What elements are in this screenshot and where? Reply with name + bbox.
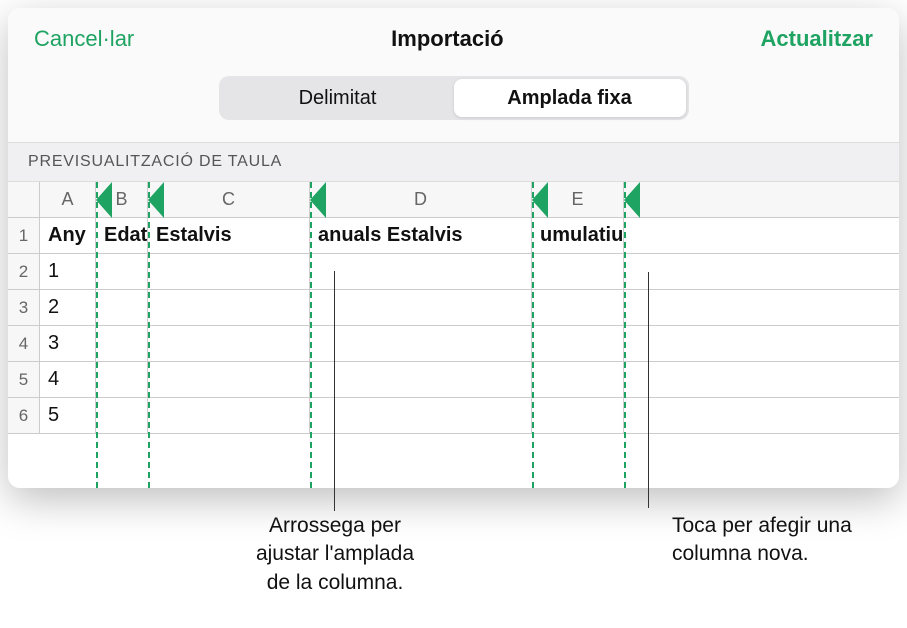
column-divider-handle[interactable] <box>148 182 164 218</box>
modal-header: Cancel·lar Importació Actualitzar <box>8 8 899 66</box>
callout-tap: Toca per afegir unacolumna nova. <box>672 512 902 569</box>
column-divider-handle[interactable] <box>624 182 640 218</box>
table-cell[interactable] <box>148 290 310 325</box>
table-cell[interactable] <box>310 326 532 361</box>
column-header-d[interactable]: D <box>310 182 532 217</box>
table-row: 65 <box>8 398 899 434</box>
table-row: 54 <box>8 362 899 398</box>
table-cell[interactable] <box>148 326 310 361</box>
table-cell[interactable] <box>96 398 148 433</box>
row-header[interactable]: 1 <box>8 218 40 253</box>
corner-cell <box>8 182 40 217</box>
table-cell[interactable] <box>96 290 148 325</box>
column-divider-handle[interactable] <box>96 182 112 218</box>
row-header[interactable]: 4 <box>8 326 40 361</box>
table-cell[interactable]: Any <box>40 218 96 253</box>
segmented-control-wrap: Delimitat Amplada fixa <box>8 66 899 142</box>
modal-title: Importació <box>391 26 503 52</box>
table-cell[interactable] <box>148 398 310 433</box>
table-cell[interactable] <box>532 254 624 289</box>
table-cell-filler <box>624 362 899 397</box>
column-header-filler <box>624 182 899 217</box>
row-header[interactable]: 3 <box>8 290 40 325</box>
table-cell[interactable] <box>310 254 532 289</box>
table-row: 21 <box>8 254 899 290</box>
callout-line-drag <box>334 271 335 511</box>
import-mode-segmented: Delimitat Amplada fixa <box>219 76 689 120</box>
table-cell[interactable] <box>148 254 310 289</box>
table-cell[interactable] <box>310 362 532 397</box>
table-cell[interactable]: 3 <box>40 326 96 361</box>
table-cell-filler <box>624 398 899 433</box>
preview-section-label: PREVISUALITZACIÓ DE TAULA <box>8 142 899 182</box>
row-header[interactable]: 5 <box>8 362 40 397</box>
table-cell[interactable]: Estalvis <box>148 218 310 253</box>
cancel-button[interactable]: Cancel·lar <box>34 26 134 52</box>
table-cell[interactable] <box>532 362 624 397</box>
segment-delimited[interactable]: Delimitat <box>222 79 454 117</box>
import-modal: Cancel·lar Importació Actualitzar Delimi… <box>8 8 899 488</box>
table-cell[interactable]: 5 <box>40 398 96 433</box>
table-cell[interactable]: umulatius Estalvi <box>532 218 624 253</box>
column-header-c[interactable]: C <box>148 182 310 217</box>
table-cell[interactable] <box>96 362 148 397</box>
row-header[interactable]: 2 <box>8 254 40 289</box>
table-cell[interactable] <box>532 326 624 361</box>
segment-fixed-width[interactable]: Amplada fixa <box>454 79 686 117</box>
row-header[interactable]: 6 <box>8 398 40 433</box>
table-cell[interactable] <box>96 254 148 289</box>
table-row: 1AnyEdatEstalvisanuals Estalvisumulatius… <box>8 218 899 254</box>
table-cell-filler <box>624 254 899 289</box>
table-cell[interactable]: 2 <box>40 290 96 325</box>
table-cell[interactable]: 1 <box>40 254 96 289</box>
table-row: 43 <box>8 326 899 362</box>
callout-drag: Arrossega perajustar l'ampladade la colu… <box>205 512 465 597</box>
table-cell[interactable]: 4 <box>40 362 96 397</box>
table-cell[interactable] <box>96 326 148 361</box>
table-cell[interactable] <box>148 362 310 397</box>
column-divider-handle[interactable] <box>310 182 326 218</box>
preview-grid: ABCDE1AnyEdatEstalvisanuals Estalvisumul… <box>8 182 899 488</box>
table-cell[interactable] <box>310 398 532 433</box>
update-button[interactable]: Actualitzar <box>761 26 873 52</box>
table-cell[interactable] <box>532 290 624 325</box>
table-cell[interactable] <box>532 398 624 433</box>
table-cell-filler <box>624 326 899 361</box>
callout-line-tap <box>648 272 649 508</box>
table-cell[interactable] <box>310 290 532 325</box>
table-preview: ABCDE1AnyEdatEstalvisanuals Estalvisumul… <box>8 182 899 488</box>
column-header-row: ABCDE <box>8 182 899 218</box>
table-cell-filler <box>624 218 899 253</box>
table-cell[interactable]: anuals Estalvis <box>310 218 532 253</box>
column-header-a[interactable]: A <box>40 182 96 217</box>
column-divider-handle[interactable] <box>532 182 548 218</box>
table-cell[interactable]: Edat <box>96 218 148 253</box>
table-cell-filler <box>624 290 899 325</box>
table-row: 32 <box>8 290 899 326</box>
